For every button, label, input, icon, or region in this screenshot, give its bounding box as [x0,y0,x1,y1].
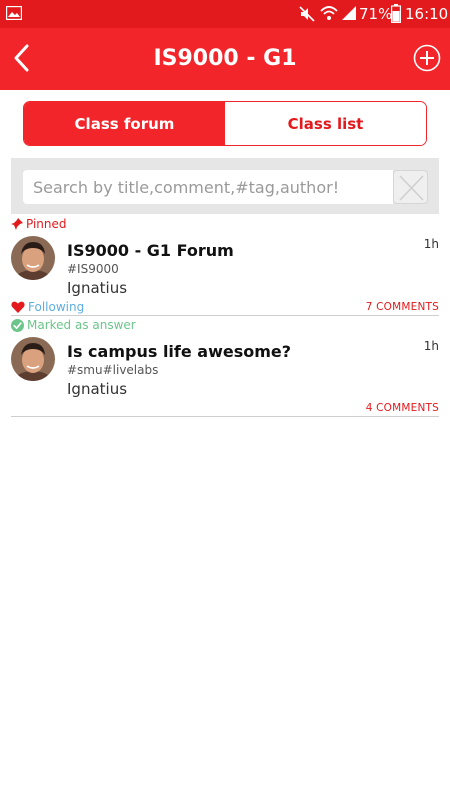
post-tags: #smu#livelabs [67,363,159,377]
gallery-icon [6,6,22,20]
post-time: 1h [423,237,439,251]
post-tags: #IS9000 [67,262,119,276]
answer-badge: Marked as answer [11,318,136,332]
forum-post[interactable]: Pinned IS9000 - G1 Forum 1h #IS9000 Igna… [11,216,439,316]
app-header: IS9000 - G1 [0,28,450,90]
divider [11,416,439,417]
post-author: Ignatius [67,380,128,398]
forum-post[interactable]: Marked as answer Is campus life awesome?… [11,318,439,418]
post-time: 1h [423,339,439,353]
mute-icon [299,6,315,22]
tab-class-forum[interactable]: Class forum [24,102,225,145]
following-label: Following [28,300,85,314]
heart-icon [11,301,25,313]
pinned-label: Pinned [26,217,67,231]
clock: 16:10 [405,5,449,23]
search-bar [11,158,439,214]
divider [11,315,439,316]
avatar[interactable] [11,236,55,280]
tab-class-list[interactable]: Class list [225,102,426,145]
close-icon [399,175,424,201]
clear-search-button[interactable] [393,170,428,204]
answer-label: Marked as answer [27,318,136,332]
post-title[interactable]: Is campus life awesome? [67,342,291,362]
pin-icon [11,218,23,230]
post-title[interactable]: IS9000 - G1 Forum [67,241,234,261]
comments-count[interactable]: 4 COMMENTS [366,402,439,414]
page-title: IS9000 - G1 [153,46,297,71]
add-post-button[interactable] [413,44,441,72]
check-circle-icon [11,318,24,332]
battery-percentage: 71% [359,5,393,23]
comments-count[interactable]: 7 COMMENTS [366,301,439,313]
avatar[interactable] [11,337,55,381]
plus-circle-icon [413,44,441,72]
post-author: Ignatius [67,279,128,297]
signal-icon [342,6,356,20]
status-bar: 71% 16:10 [0,0,450,28]
chevron-left-icon [14,44,29,72]
back-button[interactable] [8,42,38,74]
battery-icon [391,4,401,23]
tab-switcher: Class forum Class list [23,101,427,146]
search-input[interactable] [23,170,393,204]
wifi-icon [320,6,338,20]
following-status[interactable]: Following [11,300,84,314]
pinned-badge: Pinned [11,217,67,231]
